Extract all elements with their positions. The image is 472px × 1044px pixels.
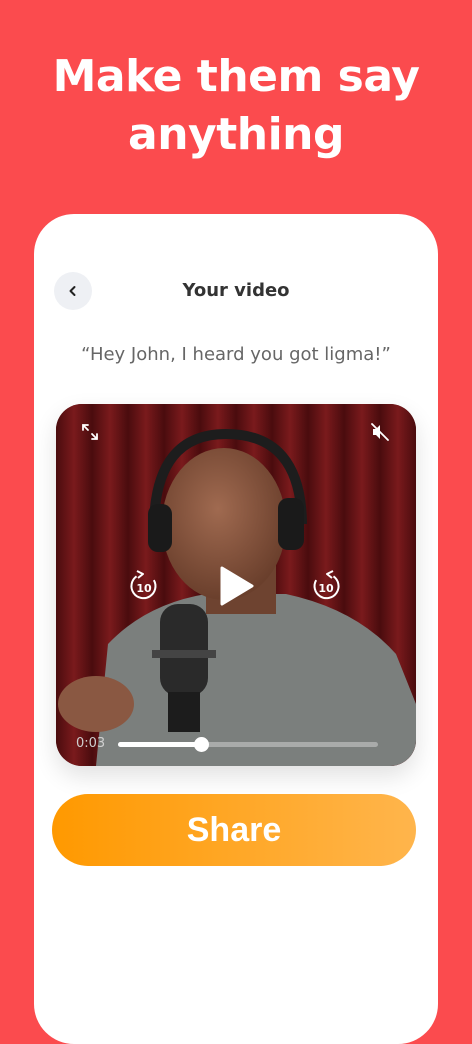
skip-back-button[interactable]: 10 (128, 568, 160, 602)
mute-icon (371, 423, 389, 441)
skip-forward-button[interactable]: 10 (310, 568, 342, 602)
screen-title: Your video (182, 280, 290, 301)
share-button[interactable]: Share (52, 794, 416, 866)
forward-10-icon: 10 (313, 570, 340, 600)
replay-10-icon: 10 (130, 570, 157, 600)
skip-back-label: 10 (136, 582, 152, 595)
fullscreen-button[interactable] (76, 418, 104, 446)
skip-forward-label: 10 (318, 582, 334, 595)
phone-screen: Your video “Hey John, I heard you got li… (34, 214, 438, 1044)
progress-slider[interactable] (118, 737, 378, 752)
mute-button[interactable] (366, 418, 394, 446)
video-player[interactable]: 10 10 0:03 (56, 404, 416, 766)
expand-icon (82, 424, 98, 440)
progress-fill (118, 742, 202, 747)
script-quote: “Hey John, I heard you got ligma!” (81, 344, 391, 365)
play-button[interactable] (212, 562, 260, 610)
current-time: 0:03 (76, 736, 106, 751)
play-icon (220, 566, 254, 606)
headline: Make them say anything (52, 51, 420, 160)
